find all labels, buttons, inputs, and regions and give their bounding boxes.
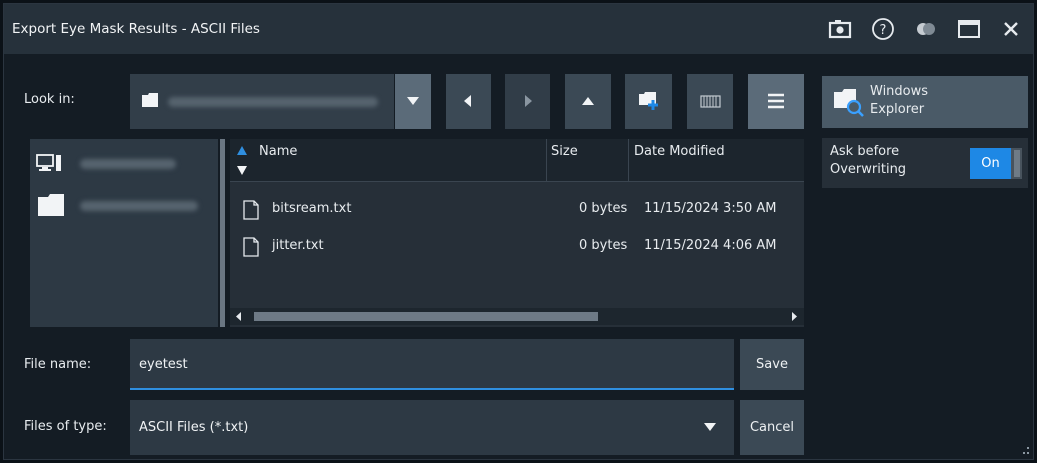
sort-arrows-icon[interactable] [237, 145, 247, 177]
file-name-input[interactable]: eyetest [130, 339, 734, 390]
toggle-knob [1014, 150, 1020, 177]
look-in-label: Look in: [24, 92, 75, 107]
files-of-type-select[interactable]: ASCII Files (*.txt) [130, 400, 734, 455]
explorer-search-icon [834, 89, 864, 117]
window-title: Export Eye Mask Results - ASCII Files [12, 21, 260, 37]
list-view-button[interactable] [748, 74, 804, 129]
forward-button[interactable] [505, 74, 550, 129]
ask-overwrite-toggle[interactable]: On [970, 148, 1022, 179]
file-list: Name Size Date Modified bitsream.txt 0 b… [230, 139, 804, 327]
folder-label-redacted [80, 201, 198, 211]
file-name: jitter.txt [272, 238, 324, 253]
save-button[interactable]: Save [740, 339, 804, 390]
toggle-theme-icon[interactable] [913, 16, 939, 42]
panel-splitter[interactable] [220, 139, 225, 327]
ask-overwrite-panel: Ask before Overwriting On [822, 138, 1028, 188]
new-folder-button[interactable] [625, 74, 672, 129]
folder-icon [38, 194, 64, 216]
places-item-computer[interactable] [30, 139, 218, 185]
new-folder-icon [639, 92, 658, 110]
up-folder-button[interactable] [565, 74, 611, 129]
dropdown-arrow-icon[interactable] [702, 421, 718, 433]
scroll-left-icon[interactable] [235, 312, 243, 321]
file-date: 11/15/2024 4:06 AM [644, 238, 777, 253]
file-name-label: File name: [24, 357, 92, 372]
look-in-path-combo[interactable] [130, 74, 394, 129]
file-list-header: Name Size Date Modified [230, 139, 804, 182]
windows-explorer-line1: Windows [870, 84, 929, 99]
scroll-right-icon[interactable] [790, 312, 798, 321]
file-row[interactable]: bitsream.txt 0 bytes 11/15/2024 3:50 AM [230, 192, 804, 226]
toggle-on-label: On [970, 148, 1011, 179]
files-of-type-value: ASCII Files (*.txt) [139, 420, 249, 435]
file-name-value: eyetest [139, 357, 188, 372]
column-divider [628, 139, 629, 182]
windows-explorer-line2: Explorer [870, 102, 925, 117]
file-icon [243, 237, 259, 257]
file-date: 11/15/2024 3:50 AM [644, 201, 777, 216]
dropdown-arrow-icon [407, 97, 419, 105]
horizontal-scrollbar[interactable] [230, 308, 804, 325]
column-date-modified[interactable]: Date Modified [634, 144, 725, 159]
folder-icon [142, 93, 158, 107]
look-in-dropdown-button[interactable] [395, 74, 431, 129]
forward-icon [525, 95, 532, 107]
list-view-icon [768, 93, 784, 109]
places-item-folder[interactable] [30, 185, 218, 231]
up-folder-icon [582, 97, 594, 105]
camera-icon[interactable] [827, 16, 853, 42]
computer-icon [36, 154, 61, 171]
file-size: 0 bytes [579, 238, 628, 253]
file-size: 0 bytes [579, 201, 628, 216]
resize-grip-icon[interactable] [1020, 445, 1030, 457]
scrollbar-thumb[interactable] [254, 312, 598, 321]
help-icon[interactable]: ? [870, 16, 896, 42]
title-bar: Export Eye Mask Results - ASCII Files ? [4, 4, 1033, 54]
detail-view-icon [700, 95, 721, 108]
column-name[interactable]: Name [259, 144, 297, 159]
ask-overwrite-line1: Ask before [830, 144, 900, 159]
computer-label-redacted [80, 159, 176, 169]
ask-overwrite-line2: Overwriting [830, 162, 907, 177]
maximize-icon[interactable] [956, 16, 982, 42]
files-of-type-label: Files of type: [24, 419, 107, 434]
windows-explorer-button[interactable]: Windows Explorer [822, 76, 1028, 128]
file-row[interactable]: jitter.txt 0 bytes 11/15/2024 4:06 AM [230, 229, 804, 263]
back-button[interactable] [446, 74, 491, 129]
file-name: bitsream.txt [272, 201, 352, 216]
detail-view-button[interactable] [687, 74, 733, 129]
cancel-button[interactable]: Cancel [740, 400, 804, 455]
path-text-redacted [168, 97, 378, 107]
file-icon [243, 200, 259, 220]
places-panel [30, 139, 218, 327]
export-dialog: Export Eye Mask Results - ASCII Files ? [3, 3, 1034, 460]
column-size[interactable]: Size [551, 144, 578, 159]
back-icon [464, 95, 471, 107]
column-divider [546, 139, 547, 182]
help-glyph: ? [880, 23, 887, 38]
close-icon[interactable] [998, 16, 1024, 42]
